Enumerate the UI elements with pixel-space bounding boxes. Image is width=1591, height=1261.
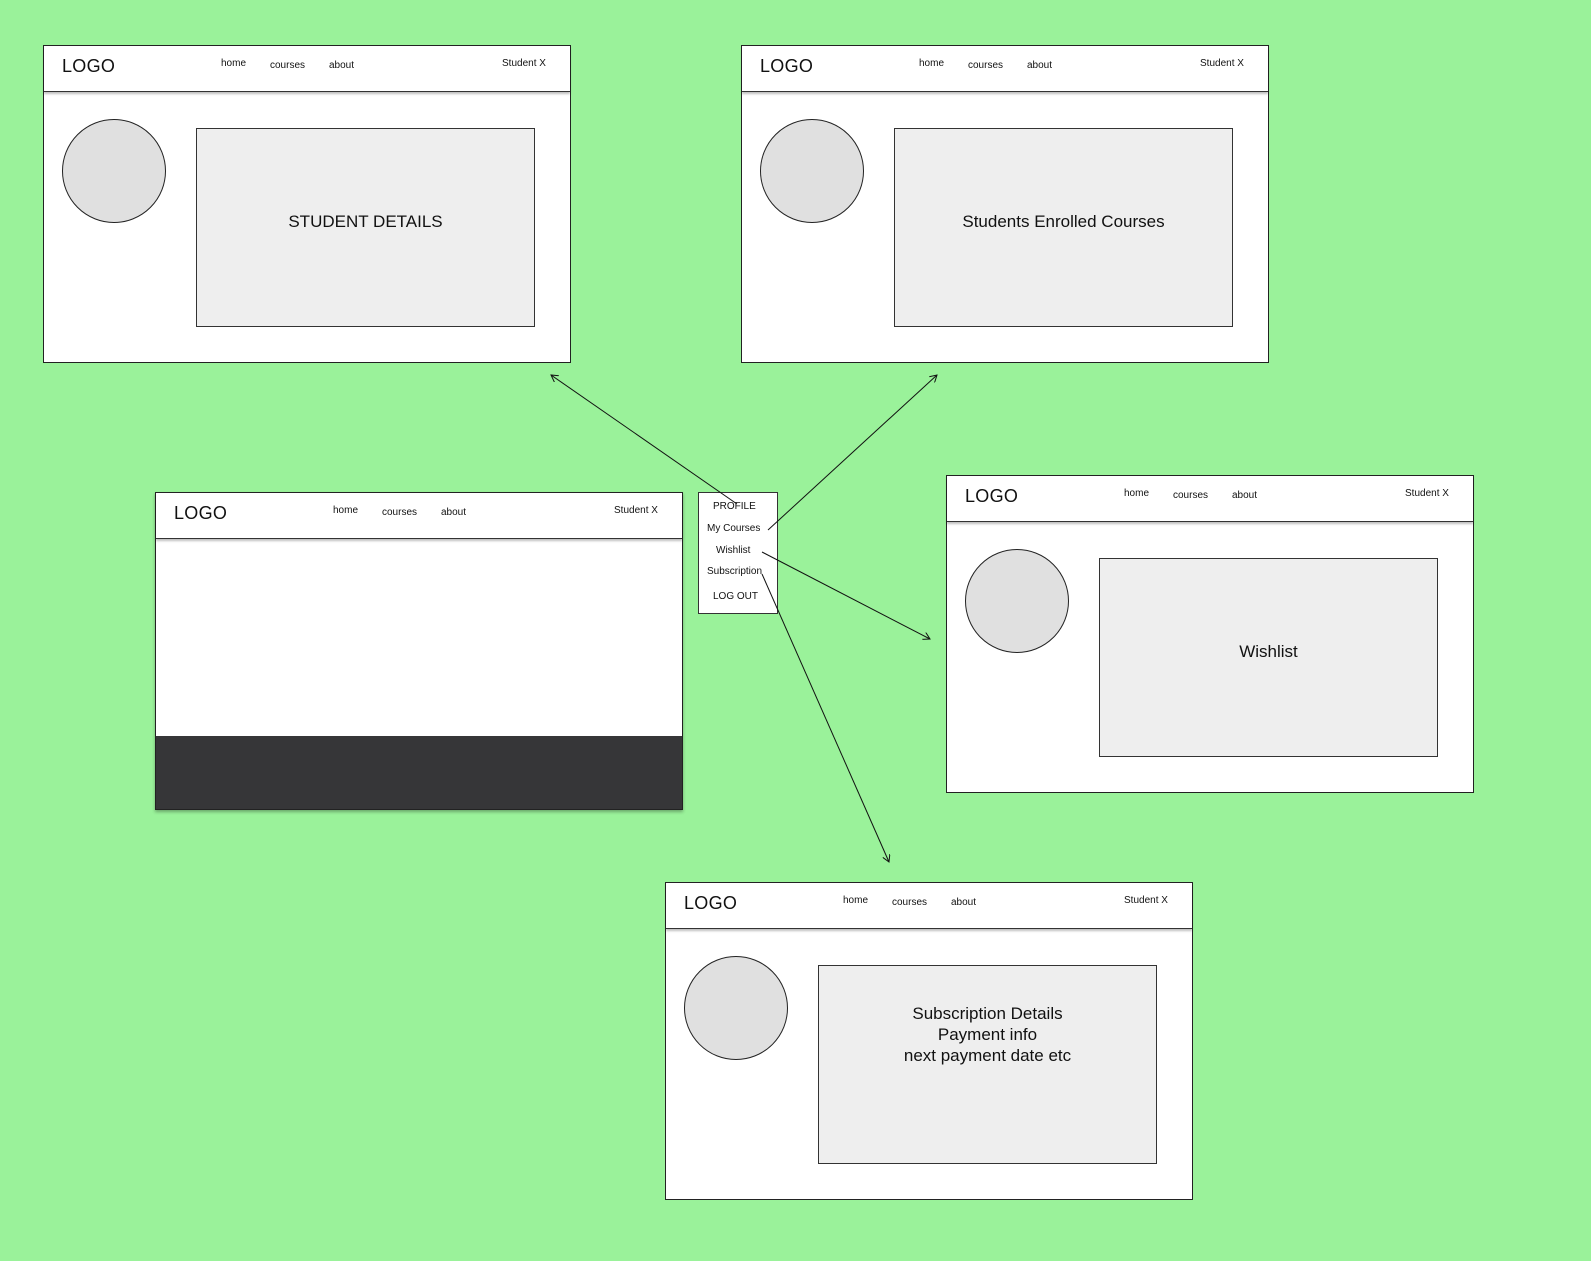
- logo: LOGO: [684, 893, 738, 913]
- nav-home-link[interactable]: home: [1124, 488, 1149, 499]
- subscription-screen: LOGO home courses about Student X Subscr…: [665, 882, 1193, 1200]
- navbar: LOGO home courses about Student X: [44, 46, 570, 92]
- nav-courses-link[interactable]: courses: [892, 897, 927, 908]
- user-menu-trigger[interactable]: Student X: [1405, 488, 1449, 499]
- main-screen: LOGO home courses about Student X: [155, 492, 683, 810]
- panel-label: Subscription Details Payment info next p…: [903, 1004, 1072, 1065]
- menu-item-logout[interactable]: LOG OUT: [713, 591, 758, 602]
- user-menu-trigger[interactable]: Student X: [1124, 895, 1168, 906]
- arrow-to-profile: [551, 375, 738, 505]
- nav-about-link[interactable]: about: [1232, 490, 1257, 501]
- nav-courses-link[interactable]: courses: [1173, 490, 1208, 501]
- footer: [156, 736, 682, 809]
- arrow-to-subscription: [761, 573, 889, 862]
- nav-about-link[interactable]: about: [329, 60, 354, 71]
- wishlist-screen: LOGO home courses about Student X Wishli…: [946, 475, 1474, 793]
- logo: LOGO: [174, 503, 228, 523]
- logo: LOGO: [965, 486, 1019, 506]
- navbar: LOGO home courses about Student X: [947, 476, 1473, 522]
- content-panel: Subscription Details Payment info next p…: [818, 965, 1157, 1164]
- menu-item-profile[interactable]: PROFILE: [713, 501, 756, 512]
- nav-home-link[interactable]: home: [843, 895, 868, 906]
- avatar: [965, 549, 1069, 653]
- arrow-to-wishlist: [761, 551, 930, 639]
- logo: LOGO: [760, 56, 814, 76]
- nav-courses-link[interactable]: courses: [968, 60, 1003, 71]
- content-panel: Wishlist: [1099, 558, 1438, 757]
- content-panel: Students Enrolled Courses: [894, 128, 1233, 327]
- navbar: LOGO home courses about Student X: [666, 883, 1192, 929]
- avatar: [62, 119, 166, 223]
- nav-about-link[interactable]: about: [951, 897, 976, 908]
- my-courses-screen: LOGO home courses about Student X Studen…: [741, 45, 1269, 363]
- navbar: LOGO home courses about Student X: [156, 493, 682, 539]
- panel-label: Wishlist: [1239, 642, 1298, 661]
- nav-home-link[interactable]: home: [221, 58, 246, 69]
- user-menu-trigger[interactable]: Student X: [614, 505, 658, 516]
- menu-item-subscription[interactable]: Subscription: [707, 566, 762, 577]
- menu-item-wishlist[interactable]: Wishlist: [716, 545, 750, 556]
- panel-label: STUDENT DETAILS: [288, 212, 443, 231]
- profile-screen: LOGO home courses about Student X STUDEN…: [43, 45, 571, 363]
- avatar: [760, 119, 864, 223]
- nav-courses-link[interactable]: courses: [382, 507, 417, 518]
- nav-home-link[interactable]: home: [333, 505, 358, 516]
- panel-label: Students Enrolled Courses: [962, 212, 1165, 231]
- logo: LOGO: [62, 56, 116, 76]
- user-dropdown-menu: PROFILE My Courses Wishlist Subscription…: [698, 492, 778, 614]
- arrow-to-my-courses: [767, 375, 937, 531]
- navbar: LOGO home courses about Student X: [742, 46, 1268, 92]
- avatar: [684, 956, 788, 1060]
- user-menu-trigger[interactable]: Student X: [1200, 58, 1244, 69]
- menu-item-my-courses[interactable]: My Courses: [707, 523, 760, 534]
- nav-courses-link[interactable]: courses: [270, 60, 305, 71]
- content-panel: STUDENT DETAILS: [196, 128, 535, 327]
- user-menu-trigger[interactable]: Student X: [502, 58, 546, 69]
- nav-home-link[interactable]: home: [919, 58, 944, 69]
- nav-about-link[interactable]: about: [1027, 60, 1052, 71]
- nav-about-link[interactable]: about: [441, 507, 466, 518]
